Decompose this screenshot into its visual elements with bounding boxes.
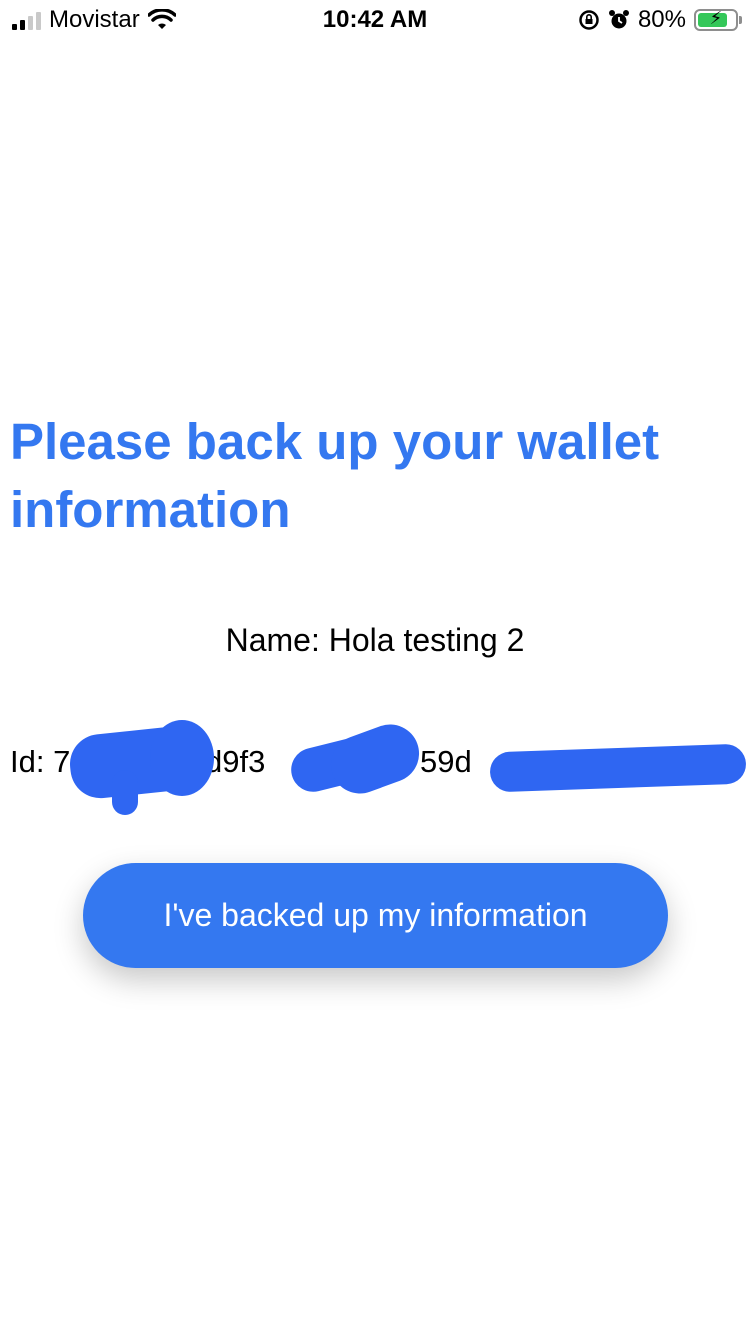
wallet-id-prefix: Id: 7	[10, 744, 71, 779]
redaction-scribble	[112, 770, 138, 815]
battery-percent: 80%	[637, 6, 686, 33]
wallet-id: Id: 7	[10, 742, 70, 782]
wallet-name: Name: Hola testing 2	[225, 622, 525, 658]
backup-wallet-screen: Movistar 10:42 AM 80% ⚡ Please back up y…	[0, 0, 750, 1334]
status-right: 80% ⚡	[578, 6, 742, 34]
redaction-scribble	[489, 743, 747, 793]
page-title: Please back up your wallet information	[10, 413, 660, 538]
wallet-id-fragment-1: d9f3	[205, 744, 266, 779]
redaction-scribble	[322, 716, 428, 802]
status-bar: Movistar 10:42 AM 80% ⚡	[0, 0, 750, 40]
battery-charging-icon: ⚡	[694, 8, 742, 31]
backed-up-confirm-button[interactable]: I've backed up my information	[83, 863, 668, 968]
alarm-icon	[608, 10, 629, 29]
wallet-id-fragment-2: 59d	[420, 744, 472, 779]
orientation-lock-icon	[579, 10, 599, 30]
redaction-scribble	[150, 720, 214, 796]
